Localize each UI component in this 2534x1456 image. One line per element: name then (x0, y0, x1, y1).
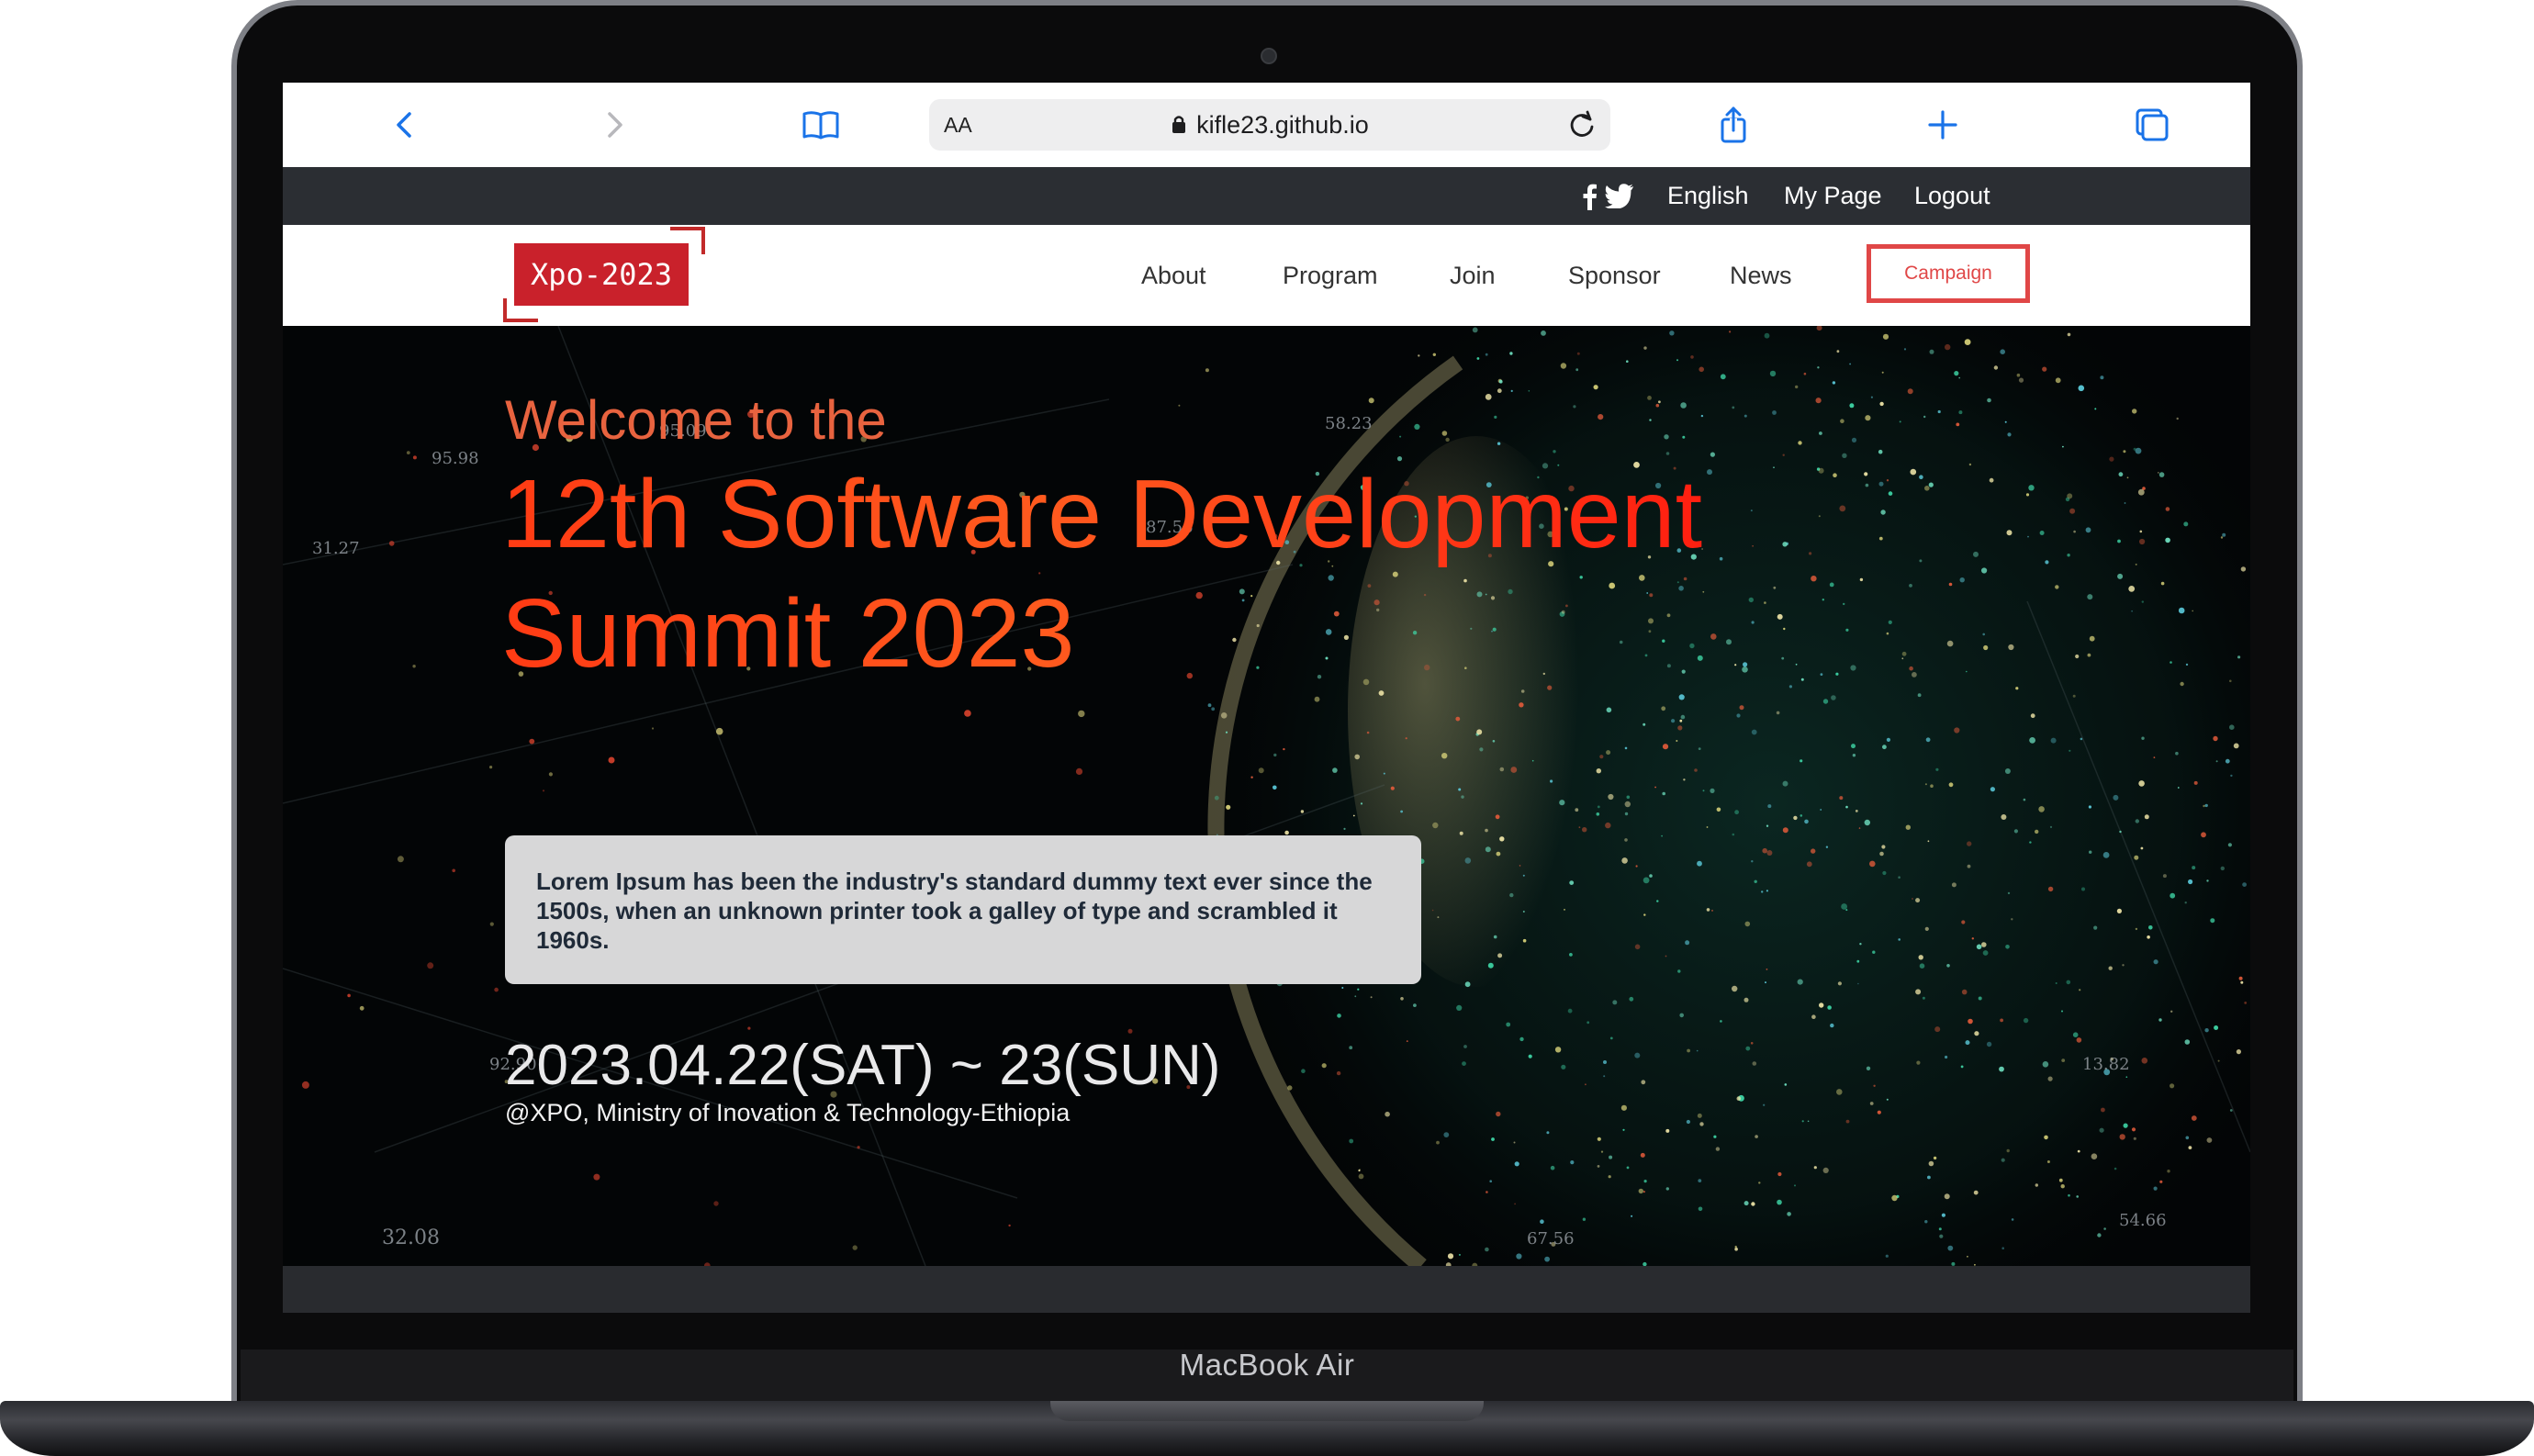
hero-title: 12th Software Development Summit 2023 (501, 454, 1702, 693)
nav-program[interactable]: Program (1283, 225, 1378, 326)
new-tab-icon[interactable] (1921, 103, 1965, 147)
device-label: MacBook Air (1179, 1348, 1355, 1382)
forward-icon[interactable] (591, 103, 635, 147)
hero-title-line1: 12th Software Development (501, 460, 1703, 568)
hero-title-line2: Summit 2023 (501, 579, 1075, 688)
nav-join[interactable]: Join (1450, 225, 1496, 326)
nav-about[interactable]: About (1141, 225, 1206, 326)
campaign-button[interactable]: Campaign (1867, 244, 2030, 303)
address-bar[interactable]: AA kifle23.github.io (929, 99, 1610, 151)
facebook-icon[interactable] (1581, 183, 1598, 210)
camera (1261, 48, 1277, 64)
event-venue: @XPO, Ministry of Inovation & Technology… (505, 1099, 1071, 1126)
svg-text:32.08: 32.08 (382, 1226, 440, 1249)
svg-text:31.27: 31.27 (312, 539, 360, 558)
hero-section: 95.98 31.27 95.09 87.56 58.23 92.90 32.0… (283, 326, 2250, 1266)
reload-icon[interactable] (1564, 107, 1599, 142)
url-display: kifle23.github.io (929, 99, 1610, 151)
tabs-icon[interactable] (2130, 103, 2174, 147)
hero-footer-strip (283, 1266, 2250, 1313)
lock-icon (1172, 116, 1186, 133)
svg-text:54.66: 54.66 (2119, 1211, 2167, 1230)
site-navbar: Xpo-2023 About Program Join Sponsor News… (283, 225, 2250, 326)
bookmarks-icon[interactable] (799, 103, 843, 147)
hinge-notch (1050, 1401, 1484, 1421)
screen: AA kifle23.github.io English My Page Log… (283, 83, 2250, 1313)
event-date: 2023.04.22(SAT) ~ 23(SUN) (505, 1034, 1221, 1097)
url-text: kifle23.github.io (1196, 111, 1369, 139)
language-link[interactable]: English (1667, 167, 1749, 225)
twitter-icon[interactable] (1605, 183, 1634, 208)
browser-toolbar: AA kifle23.github.io (283, 83, 2250, 167)
svg-text:13.82: 13.82 (2082, 1055, 2130, 1074)
nav-sponsor[interactable]: Sponsor (1568, 225, 1661, 326)
svg-text:95.98: 95.98 (432, 449, 479, 468)
hero-welcome: Welcome to the (505, 389, 887, 451)
nav-news[interactable]: News (1730, 225, 1792, 326)
logout-link[interactable]: Logout (1914, 167, 1990, 225)
svg-text:58.23: 58.23 (1325, 414, 1373, 433)
site-logo[interactable]: Xpo-2023 (503, 227, 705, 322)
site-topbar: English My Page Logout (283, 167, 2250, 225)
back-icon[interactable] (384, 103, 428, 147)
svg-text:67.56: 67.56 (1527, 1229, 1575, 1249)
hero-description: Lorem Ipsum has been the industry's stan… (505, 835, 1421, 984)
my-page-link[interactable]: My Page (1784, 167, 1882, 225)
logo-text: Xpo-2023 (514, 243, 689, 306)
share-icon[interactable] (1711, 103, 1755, 147)
